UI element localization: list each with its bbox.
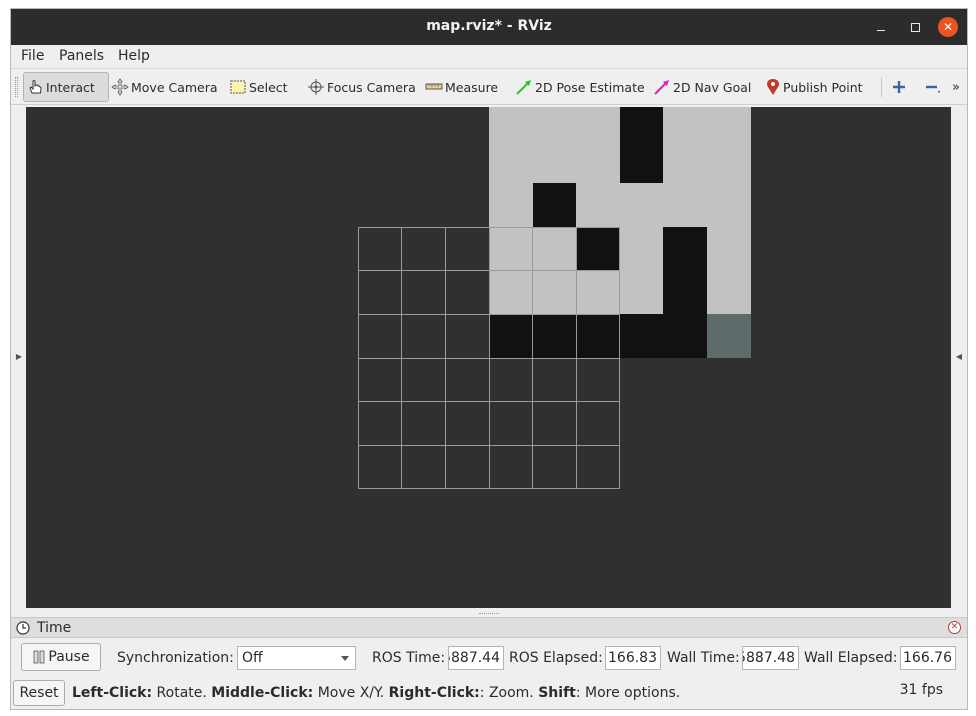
map-occupied-row bbox=[489, 314, 707, 358]
render-area: ▶ ◀ bbox=[11, 106, 967, 611]
sync-label: Synchronization: bbox=[117, 650, 234, 666]
status-bar: Reset Left-Click: Rotate. Middle-Click: … bbox=[11, 679, 967, 709]
focus-camera-tool-button[interactable]: Focus Camera bbox=[307, 72, 416, 102]
menu-bar: File Panels Help bbox=[11, 45, 967, 69]
occupancy-map bbox=[26, 107, 951, 608]
ros-time-label: ROS Time: bbox=[372, 650, 446, 666]
sync-select[interactable]: Off bbox=[237, 646, 356, 670]
nav-goal-tool-button[interactable]: 2D Nav Goal bbox=[653, 72, 751, 102]
map-occupied-cell bbox=[576, 227, 620, 270]
time-panel: Pause Synchronization: Off ROS Time: 588… bbox=[11, 639, 967, 677]
hand-pointer-icon bbox=[29, 80, 42, 94]
menu-panels[interactable]: Panels bbox=[59, 48, 104, 64]
minus-icon bbox=[926, 85, 940, 93]
select-icon bbox=[230, 80, 246, 94]
pose-estimate-tool-button[interactable]: 2D Pose Estimate bbox=[515, 72, 645, 102]
measure-tool-button[interactable]: Measure bbox=[425, 72, 498, 102]
status-hint: Left-Click: Rotate. Middle-Click: Move X… bbox=[72, 685, 680, 701]
hint-left-click: Left-Click: bbox=[72, 685, 153, 701]
magenta-arrow-icon bbox=[654, 80, 669, 95]
hint-middle-action: Move X/Y. bbox=[313, 685, 389, 701]
wall-elapsed-label: Wall Elapsed: bbox=[804, 650, 898, 666]
toolbar-grip[interactable] bbox=[15, 77, 18, 97]
map-occupied-cell bbox=[663, 227, 707, 314]
publish-point-tool-button[interactable]: Publish Point bbox=[765, 72, 863, 102]
window-title: map.rviz* - RViz bbox=[426, 18, 552, 34]
focus-camera-label: Focus Camera bbox=[327, 79, 416, 95]
nav-goal-label: 2D Nav Goal bbox=[673, 79, 752, 95]
title-bar: map.rviz* - RViz ✕ bbox=[11, 9, 967, 45]
ros-time-field[interactable]: 5887.44 bbox=[448, 646, 504, 670]
time-panel-header: Time ✕ bbox=[11, 617, 967, 638]
hint-left-action: Rotate. bbox=[152, 685, 212, 701]
chevron-down-icon bbox=[341, 656, 349, 661]
time-panel-title: Time bbox=[37, 620, 72, 636]
ruler-icon bbox=[425, 83, 443, 90]
reset-button[interactable]: Reset bbox=[13, 680, 65, 706]
close-icon: ✕ bbox=[942, 20, 954, 34]
fps-counter: 31 fps bbox=[899, 682, 943, 698]
pause-button[interactable]: Pause bbox=[21, 643, 101, 671]
toolbar: Interact Move Camera Select Focus Camera bbox=[11, 69, 967, 105]
wall-time-field[interactable]: 5887.48 bbox=[742, 646, 799, 670]
sync-value: Off bbox=[242, 650, 263, 666]
render-viewport[interactable] bbox=[26, 107, 951, 608]
wall-elapsed-field[interactable]: 166.76 bbox=[900, 646, 956, 670]
wall-time-label: Wall Time: bbox=[667, 650, 740, 666]
toolbar-separator bbox=[881, 77, 882, 97]
rviz-window: map.rviz* - RViz ✕ File Panels Help Inte… bbox=[10, 8, 968, 710]
map-robot-cell bbox=[707, 314, 751, 358]
menu-help[interactable]: Help bbox=[118, 48, 150, 64]
hint-shift: Shift bbox=[538, 685, 576, 701]
select-label: Select bbox=[249, 79, 288, 95]
move-camera-tool-button[interactable]: Move Camera bbox=[111, 72, 218, 102]
map-pin-icon bbox=[767, 79, 779, 95]
move-camera-icon bbox=[111, 78, 129, 96]
map-occupied-cell bbox=[620, 107, 663, 183]
ros-elapsed-label: ROS Elapsed: bbox=[509, 650, 603, 666]
hint-middle-click: Middle-Click: bbox=[211, 685, 314, 701]
right-dock-expand-icon[interactable]: ◀ bbox=[952, 349, 966, 363]
left-dock-expand-icon[interactable]: ▶ bbox=[12, 349, 26, 363]
ros-elapsed-field[interactable]: 166.83 bbox=[605, 646, 661, 670]
focus-camera-icon bbox=[308, 79, 324, 95]
minimize-button[interactable] bbox=[871, 17, 891, 37]
pause-label: Pause bbox=[48, 649, 90, 665]
hint-shift-action: : More options. bbox=[575, 685, 681, 701]
add-tool-button[interactable] bbox=[891, 72, 909, 102]
measure-label: Measure bbox=[445, 79, 499, 95]
plus-icon bbox=[893, 81, 905, 93]
pause-icon bbox=[34, 650, 45, 664]
green-arrow-icon bbox=[516, 80, 531, 95]
hint-right-click: Right-Click: bbox=[388, 685, 480, 701]
hint-right-action: : Zoom. bbox=[479, 685, 539, 701]
toolbar-overflow-button[interactable]: » bbox=[952, 72, 960, 102]
maximize-button[interactable] bbox=[905, 17, 925, 37]
pose-estimate-label: 2D Pose Estimate bbox=[535, 79, 645, 95]
select-tool-button[interactable]: Select bbox=[229, 72, 288, 102]
remove-tool-button[interactable] bbox=[924, 72, 944, 102]
interact-tool-button[interactable]: Interact bbox=[23, 72, 109, 102]
map-occupied-cell bbox=[533, 183, 576, 227]
close-window-button[interactable]: ✕ bbox=[938, 17, 958, 37]
menu-file[interactable]: File bbox=[21, 48, 44, 64]
time-panel-close-button[interactable]: ✕ bbox=[948, 621, 961, 634]
move-camera-label: Move Camera bbox=[131, 79, 218, 95]
clock-icon bbox=[16, 621, 30, 635]
interact-label: Interact bbox=[46, 79, 95, 95]
publish-point-label: Publish Point bbox=[783, 79, 863, 95]
close-icon: ✕ bbox=[950, 622, 959, 632]
